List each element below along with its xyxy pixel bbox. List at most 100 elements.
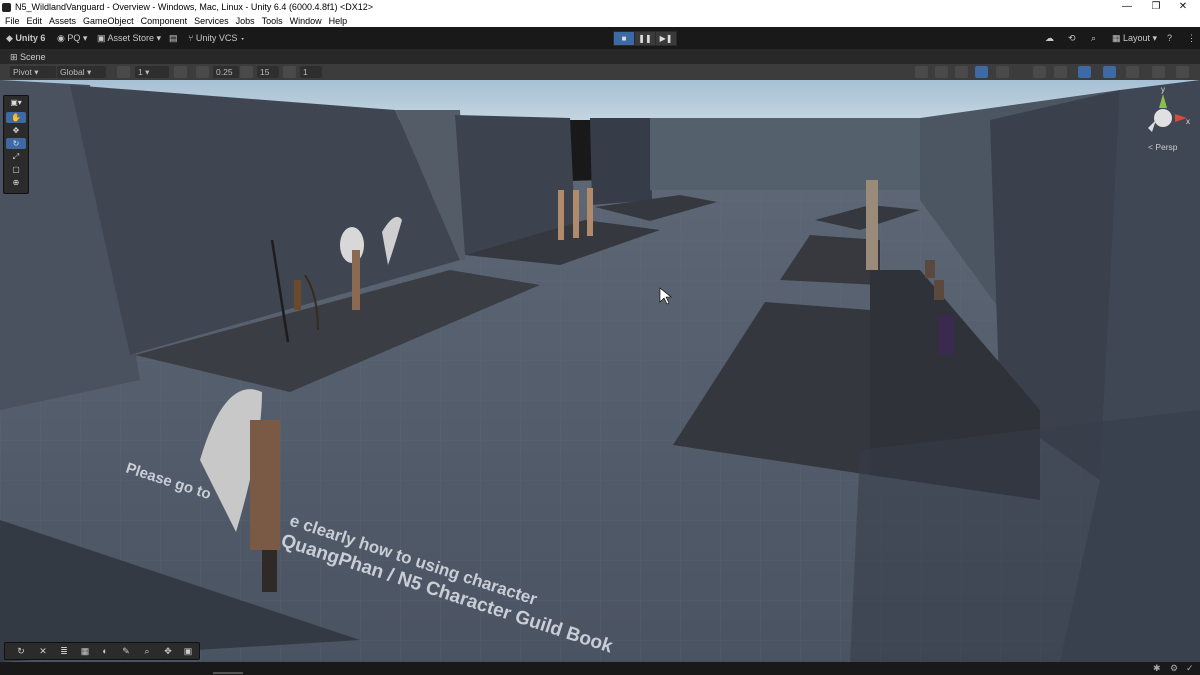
close-button[interactable]: ✕ bbox=[1166, 0, 1200, 14]
account-dropdown[interactable]: ◉ PQ ▾ bbox=[57, 31, 87, 45]
lighting-toggle-icon[interactable] bbox=[1054, 66, 1067, 78]
pivot-label: Pivot bbox=[13, 67, 32, 77]
unity-logo-icon: ◆ bbox=[6, 33, 16, 43]
menu-gameobject[interactable]: GameObject bbox=[83, 16, 134, 26]
scale-tool-icon[interactable]: ⤢ bbox=[6, 151, 26, 162]
rotate-snap-field[interactable]: 15 bbox=[257, 66, 279, 78]
quiver bbox=[294, 280, 301, 310]
check-icon[interactable]: ✓ bbox=[1186, 663, 1194, 674]
unity-app-icon bbox=[2, 2, 11, 12]
gizmo-x-label: x bbox=[1186, 117, 1190, 126]
menu-file[interactable]: File bbox=[5, 16, 20, 26]
grid-size-field[interactable]: 1 ▾ bbox=[135, 66, 169, 78]
transform-tool-icon[interactable]: ⊕ bbox=[6, 177, 26, 188]
scene-viewport[interactable]: Please go to e clearly how to using char… bbox=[0, 80, 1200, 662]
account-label: PQ bbox=[67, 33, 81, 43]
unity-vcs-dropdown[interactable]: ⑂ Unity VCS ▾ bbox=[188, 31, 245, 45]
moon-icon[interactable]: ◐ bbox=[97, 645, 113, 657]
help-icon[interactable]: ? bbox=[1167, 31, 1172, 45]
increment-snap-icon[interactable] bbox=[174, 66, 187, 78]
global-dropdown[interactable]: Global ▾ bbox=[57, 66, 106, 78]
play-button[interactable]: ■ bbox=[613, 31, 635, 46]
more-options-icon[interactable]: ⋮ bbox=[1187, 31, 1196, 45]
camera-icon[interactable]: ▣ bbox=[180, 645, 196, 657]
menu-help[interactable]: Help bbox=[329, 16, 348, 26]
window-title-bar: N5_WildlandVanguard - Overview - Windows… bbox=[0, 0, 1200, 14]
debug-icon[interactable]: ✱ bbox=[1153, 663, 1161, 674]
grid-icon[interactable]: ▦ bbox=[77, 645, 93, 657]
unity-account-button[interactable]: ◆ Unity 6 bbox=[6, 31, 45, 45]
rotate-snap-icon[interactable] bbox=[240, 66, 253, 78]
scene-toolbar: Pivot ▾ Global ▾ 1 ▾ 0.25 15 1 bbox=[0, 64, 1200, 80]
move-snap-icon[interactable] bbox=[196, 66, 209, 78]
settings-icon[interactable]: ⚙ bbox=[1170, 663, 1178, 674]
gizmos-icon[interactable] bbox=[1176, 66, 1189, 78]
move-tool-icon[interactable]: ✥ bbox=[6, 125, 26, 136]
move-snap-field[interactable]: 0.25 bbox=[213, 66, 239, 78]
layers-icon[interactable]: ≣ bbox=[56, 645, 72, 657]
menu-services[interactable]: Services bbox=[194, 16, 229, 26]
layout-label: Layout bbox=[1123, 33, 1151, 43]
package-icon[interactable]: ▤ bbox=[169, 31, 178, 45]
pause-button[interactable]: ❚❚ bbox=[634, 31, 656, 46]
chevron-down-icon: ▾ bbox=[80, 33, 88, 43]
menu-assets[interactable]: Assets bbox=[49, 16, 76, 26]
vcs-label: Unity VCS bbox=[195, 33, 238, 43]
menu-component[interactable]: Component bbox=[141, 16, 188, 26]
asset-store-label: Asset Store bbox=[107, 33, 155, 43]
scene-render: Please go to e clearly how to using char… bbox=[0, 80, 1200, 662]
menu-tools[interactable]: Tools bbox=[262, 16, 283, 26]
chevron-down-icon: ▾ bbox=[1150, 33, 1158, 43]
layout-icon: ▦ bbox=[1112, 33, 1124, 43]
history-icon[interactable]: ⟲ bbox=[1068, 31, 1076, 45]
shadow-bottom-right bbox=[850, 410, 1200, 662]
grid-size-value: 1 bbox=[138, 67, 143, 77]
tool-palette: ▣▾ ✋ ✥ ↻ ⤢ ▢ ⊕ bbox=[3, 95, 29, 194]
search-icon[interactable]: ⌕ bbox=[1091, 31, 1096, 45]
zoom-icon[interactable]: ⌕ bbox=[139, 645, 155, 657]
asset-store-dropdown[interactable]: ▣ Asset Store ▾ bbox=[97, 31, 161, 45]
menu-bar: File Edit Assets GameObject Component Se… bbox=[0, 14, 1200, 27]
2d-toggle-icon[interactable] bbox=[1033, 66, 1046, 78]
global-label: Global bbox=[60, 67, 85, 77]
move-view-icon[interactable]: ✥ bbox=[160, 645, 176, 657]
unity-version-label: Unity 6 bbox=[15, 33, 46, 43]
grid-snap-icon[interactable] bbox=[117, 66, 130, 78]
layout-dropdown[interactable]: ▦ Layout ▾ bbox=[1112, 31, 1157, 45]
scene-visibility-icon[interactable] bbox=[1078, 66, 1091, 78]
tool-settings-dropdown[interactable]: ▣▾ bbox=[6, 97, 26, 108]
hand-tool-icon[interactable]: ✋ bbox=[6, 112, 26, 123]
cloud-icon[interactable]: ☁ bbox=[1045, 31, 1054, 45]
scene-grid-icon: ⊞ bbox=[10, 52, 21, 62]
effects-icon[interactable] bbox=[1103, 66, 1116, 78]
scale-snap-field[interactable]: 1 bbox=[300, 66, 322, 78]
camera-settings-icon[interactable] bbox=[1152, 66, 1165, 78]
store-icon: ▣ bbox=[97, 33, 108, 43]
tab-scene[interactable]: ⊞ Scene bbox=[4, 50, 52, 64]
shading-lit-icon[interactable] bbox=[975, 66, 988, 78]
orientation-icon[interactable] bbox=[915, 66, 928, 78]
hidden-objects-icon[interactable] bbox=[1126, 66, 1139, 78]
paint-icon[interactable]: ✎ bbox=[118, 645, 134, 657]
shading-shaded-icon[interactable] bbox=[955, 66, 968, 78]
shading-wireframe-icon[interactable] bbox=[935, 66, 948, 78]
characters-center bbox=[558, 188, 593, 240]
scene-tab-bar: ⊞ Scene bbox=[0, 49, 1200, 64]
rotate-tool-icon[interactable]: ↻ bbox=[6, 138, 26, 149]
pivot-dropdown[interactable]: Pivot ▾ bbox=[10, 66, 56, 78]
status-bar: ✱ ⚙ ✓ bbox=[0, 662, 1200, 675]
step-button[interactable]: ▶❚ bbox=[655, 31, 677, 46]
menu-edit[interactable]: Edit bbox=[27, 16, 43, 26]
menu-jobs[interactable]: Jobs bbox=[236, 16, 255, 26]
main-toolbar: ◆ Unity 6 ◉ PQ ▾ ▣ Asset Store ▾ ▤ ⑂ Uni… bbox=[0, 27, 1200, 49]
refresh-icon[interactable]: ↻ bbox=[13, 645, 29, 657]
debug-mode-icon[interactable] bbox=[996, 66, 1009, 78]
scale-snap-icon[interactable] bbox=[283, 66, 296, 78]
bottom-overlay-toolbar: ↻ ✕ ≣ ▦ ◐ ✎ ⌕ ✥ ▣ bbox=[4, 642, 200, 660]
tool-icon[interactable]: ✕ bbox=[35, 645, 51, 657]
perspective-label[interactable]: < Persp bbox=[1148, 142, 1178, 152]
menu-window[interactable]: Window bbox=[290, 16, 322, 26]
gizmo-y-label: y bbox=[1161, 85, 1165, 94]
rect-tool-icon[interactable]: ▢ bbox=[6, 164, 26, 175]
chevron-down-icon: ▾ bbox=[237, 33, 246, 43]
